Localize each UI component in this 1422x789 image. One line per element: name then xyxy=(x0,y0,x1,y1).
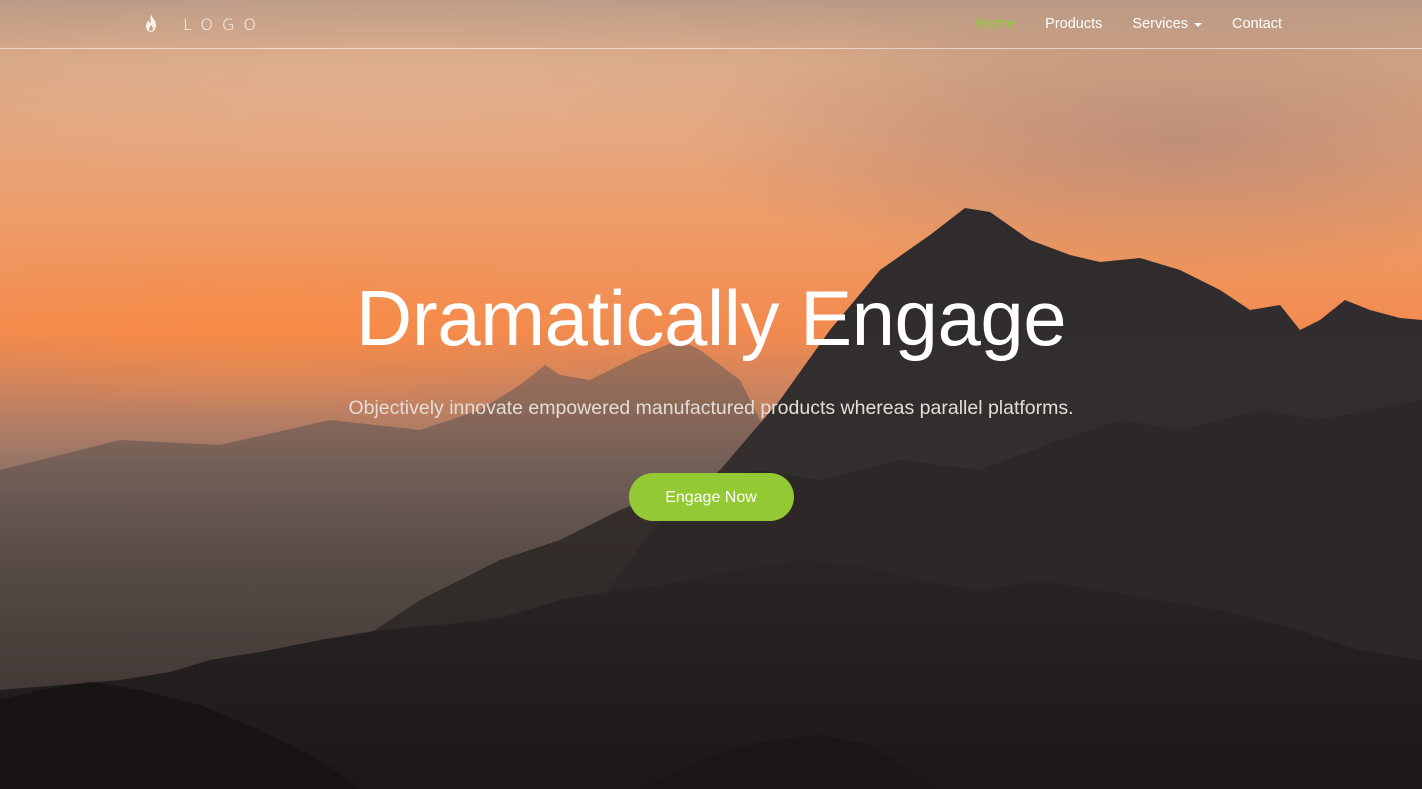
nav-item-label: Products xyxy=(1045,16,1103,32)
nav-item-services[interactable]: Services xyxy=(1117,0,1217,48)
engage-now-button[interactable]: Engage Now xyxy=(628,473,794,521)
nav-item-label: Home xyxy=(976,16,1016,32)
hero-section: LOGO Home Products Services Contact Dram… xyxy=(0,0,1422,789)
top-navbar: LOGO Home Products Services Contact xyxy=(0,0,1422,49)
brand-logo[interactable]: LOGO xyxy=(141,12,265,36)
nav-item-products[interactable]: Products xyxy=(1030,0,1117,48)
nav-item-home[interactable]: Home xyxy=(961,0,1030,48)
logo-text: LOGO xyxy=(183,14,265,34)
flame-icon xyxy=(141,13,161,35)
nav-menu: Home Products Services Contact xyxy=(961,0,1297,48)
nav-item-label: Services xyxy=(1132,16,1189,32)
hero-content: Dramatically Engage Objectively innovate… xyxy=(0,268,1422,521)
nav-item-label: Contact xyxy=(1232,16,1282,32)
nav-item-contact[interactable]: Contact xyxy=(1217,0,1297,48)
hero-subtitle: Objectively innovate empowered manufactu… xyxy=(348,397,1074,419)
caret-down-icon xyxy=(1194,23,1203,27)
hero-title: Dramatically Engage xyxy=(355,274,1067,362)
